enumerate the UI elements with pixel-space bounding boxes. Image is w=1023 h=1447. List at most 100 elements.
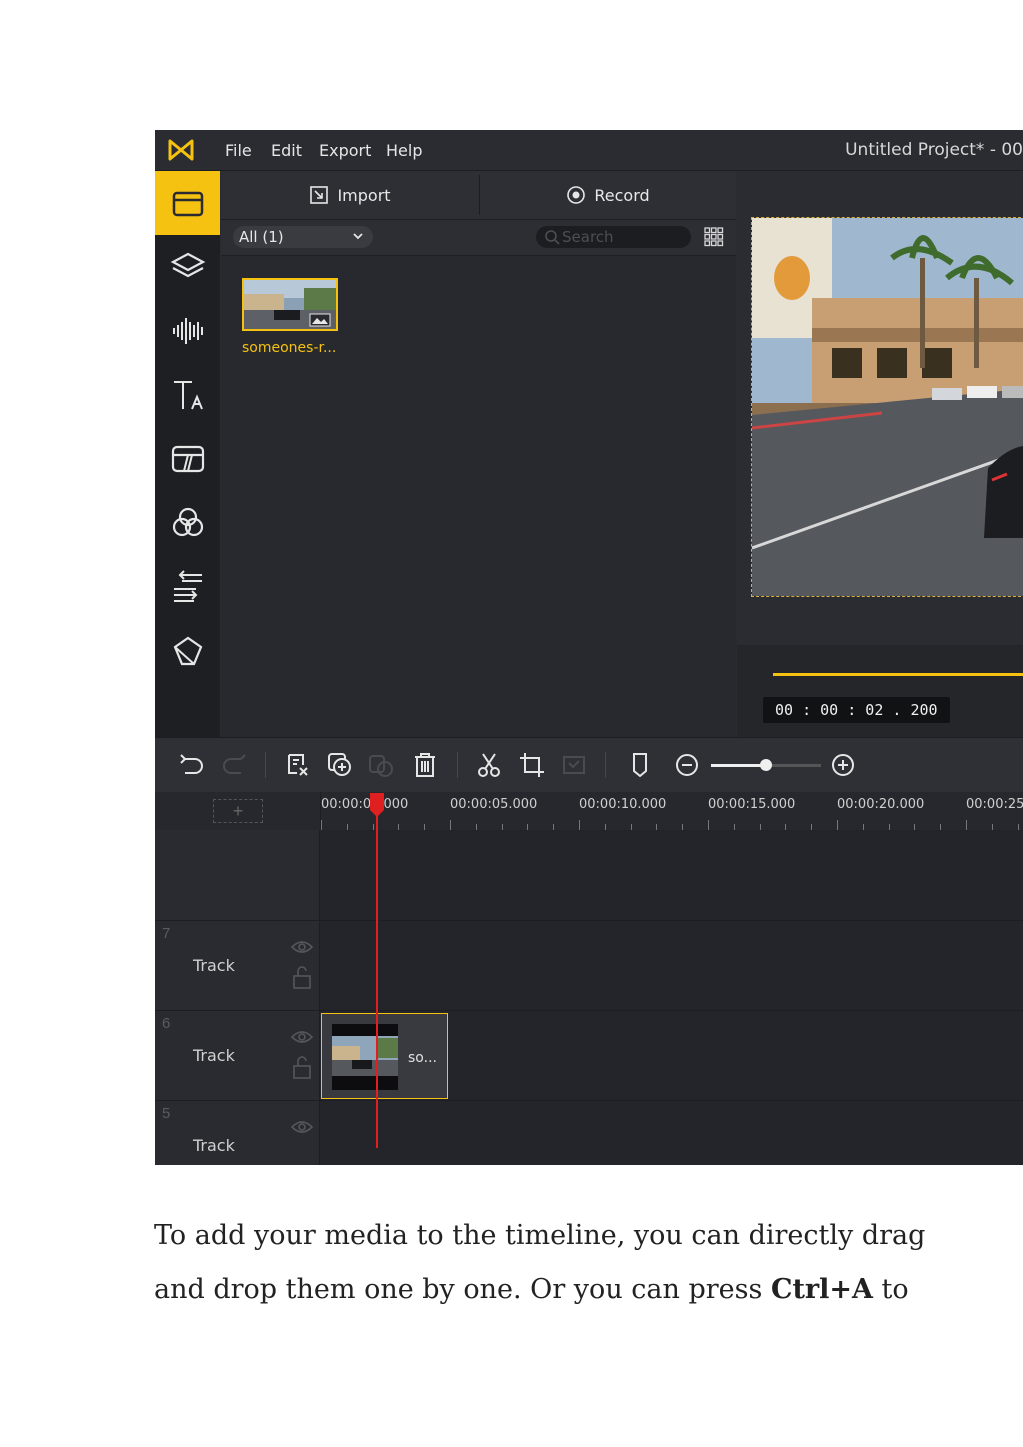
zoom-slider[interactable] [711, 759, 821, 771]
filters-icon [172, 507, 203, 537]
timecode-display: 00 : 00 : 02 . 200 [763, 697, 950, 723]
timeline-ruler-row: + 00:00:00.000 00:00:05.000 00:00:10.000… [155, 792, 1023, 831]
record-label: Record [594, 185, 650, 205]
eye-icon[interactable] [291, 1029, 313, 1045]
empty-track-area [155, 830, 1023, 921]
lock-icon[interactable] [292, 1055, 312, 1079]
paste-icon[interactable] [367, 751, 395, 779]
track-row: 7 Track [155, 921, 1023, 1011]
freeze-frame-icon[interactable] [561, 751, 589, 779]
preview-panel: 00 : 00 : 02 . 200 [737, 171, 1023, 737]
elements-icon [173, 636, 202, 666]
ruler-label: 00:00:00.000 [321, 797, 409, 812]
sidebar-item-text[interactable] [155, 363, 220, 427]
transitions-icon [171, 445, 204, 473]
track-body[interactable] [320, 921, 1023, 1010]
sidebar-item-transitions[interactable] [155, 427, 220, 491]
sidebar-item-elements[interactable] [155, 619, 220, 683]
sidebar-item-media[interactable] [155, 171, 220, 235]
chevron-down-icon [353, 233, 363, 240]
caption-text-end: to [872, 1274, 909, 1305]
zoom-in-icon[interactable] [829, 751, 857, 779]
timeline-ruler[interactable]: 00:00:00.000 00:00:05.000 00:00:10.000 0… [320, 792, 1023, 830]
filter-bar: All (1) [221, 220, 736, 256]
track-header-empty [155, 830, 320, 920]
caption-line-2: and drop them one by one. Or you can pre… [154, 1274, 954, 1305]
media-filter-value: All (1) [239, 228, 284, 246]
eye-icon[interactable] [291, 1119, 313, 1135]
sidebar-item-filters[interactable] [155, 491, 220, 555]
ruler-tick [579, 820, 580, 830]
track-name: Track [193, 1136, 235, 1155]
media-tabs: Import Record [221, 171, 736, 220]
caption-shortcut: Ctrl+A [770, 1274, 873, 1305]
search-icon [545, 230, 560, 245]
ruler-label: 00:00:05.000 [450, 797, 538, 812]
video-clip[interactable]: so... [321, 1013, 448, 1099]
playhead-handle-icon[interactable] [369, 792, 385, 818]
layers-icon [170, 252, 205, 278]
media-filter-dropdown[interactable]: All (1) [233, 226, 373, 248]
marker-icon[interactable] [626, 751, 654, 779]
track-body-empty[interactable] [320, 830, 1023, 920]
clip-thumbnail [332, 1024, 398, 1090]
record-button[interactable]: Record [480, 171, 736, 219]
menu-help[interactable]: Help [386, 141, 422, 160]
ruler-tick [321, 820, 322, 830]
ruler-tick [450, 820, 451, 830]
menu-edit[interactable]: Edit [271, 141, 302, 160]
scissors-icon[interactable] [475, 751, 503, 779]
track-number: 7 [162, 925, 171, 942]
delete-gap-icon[interactable] [284, 751, 312, 779]
track-row: 6 Track so... [155, 1011, 1023, 1101]
caption-line-1: To add your media to the timeline, you c… [154, 1220, 926, 1251]
search-input[interactable] [560, 227, 684, 247]
track-header: 6 Track [155, 1011, 320, 1100]
sidebar-item-overlays[interactable] [155, 555, 220, 619]
search-box[interactable] [536, 226, 691, 248]
trash-icon[interactable] [411, 751, 439, 779]
window-title: Untitled Project* - 00 [845, 140, 1023, 160]
clip-thumbnail-image [332, 1024, 398, 1090]
video-preview[interactable] [751, 217, 1023, 597]
add-track-button[interactable]: + [213, 799, 263, 823]
menu-export[interactable]: Export [319, 141, 371, 160]
grid-view-icon[interactable] [704, 227, 724, 247]
toolbar-separator [265, 752, 266, 778]
toolbar-separator [605, 752, 606, 778]
video-thumbnail-image [244, 280, 336, 329]
media-panel: Import Record All (1) Search someones-r.… [221, 171, 736, 737]
sidebar-item-layers[interactable] [155, 235, 220, 299]
playback-controls: 00 : 00 : 02 . 200 [737, 645, 1023, 737]
playhead-line[interactable] [376, 802, 378, 1148]
zoom-out-icon[interactable] [673, 751, 701, 779]
crop-icon[interactable] [518, 751, 546, 779]
app-logo-icon [168, 139, 194, 161]
menu-file[interactable]: File [225, 141, 252, 160]
zoom-slider-handle[interactable] [760, 759, 772, 771]
playback-progress-bar[interactable] [773, 673, 1023, 676]
sidebar-item-audio[interactable] [155, 299, 220, 363]
timeline-toolbar [155, 737, 1023, 793]
eye-icon[interactable] [291, 939, 313, 955]
audio-wave-icon [172, 318, 203, 344]
ruler-label: 00:00:15.000 [708, 797, 796, 812]
track-name: Track [193, 956, 235, 975]
track-number: 6 [162, 1015, 171, 1032]
track-number: 5 [162, 1105, 171, 1122]
video-frame-image [752, 218, 1023, 596]
overlays-icon [173, 570, 202, 602]
duplicate-icon[interactable] [326, 751, 354, 779]
ruler-tick [708, 820, 709, 830]
media-thumbnail[interactable] [242, 278, 338, 331]
lock-icon[interactable] [292, 965, 312, 989]
timeline-tracks: 7 Track 6 Track so... 5 Track [155, 830, 1023, 1165]
undo-icon[interactable] [177, 751, 205, 779]
track-body[interactable] [320, 1101, 1023, 1165]
redo-icon[interactable] [221, 751, 249, 779]
ruler-label: 00:00:20.000 [837, 797, 925, 812]
import-icon [310, 186, 329, 204]
import-button[interactable]: Import [221, 171, 479, 219]
toolbar-separator [457, 752, 458, 778]
media-item-name: someones-r... [242, 340, 337, 356]
